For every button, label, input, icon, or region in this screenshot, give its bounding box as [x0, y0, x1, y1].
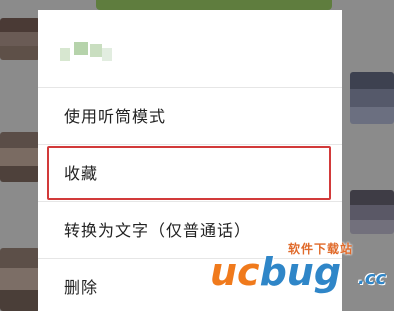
- avatar: [0, 132, 40, 182]
- avatar: [0, 248, 40, 311]
- watermark-logo: 软件下载站 ucbug .cc: [210, 232, 394, 311]
- menu-header: [38, 10, 342, 88]
- blurred-header-title: [60, 40, 114, 66]
- watermark-brand: ucbug: [210, 250, 341, 294]
- avatar: [0, 18, 40, 60]
- watermark-domain: .cc: [358, 268, 387, 289]
- avatar: [350, 72, 394, 124]
- avatar: [350, 190, 394, 234]
- menu-item-earpiece-mode[interactable]: 使用听筒模式: [38, 88, 342, 145]
- chat-bubble: [96, 0, 332, 10]
- watermark-brand-u: uc: [210, 250, 260, 294]
- watermark-brand-b: bug: [259, 250, 342, 294]
- menu-item-favorite[interactable]: 收藏: [38, 145, 342, 202]
